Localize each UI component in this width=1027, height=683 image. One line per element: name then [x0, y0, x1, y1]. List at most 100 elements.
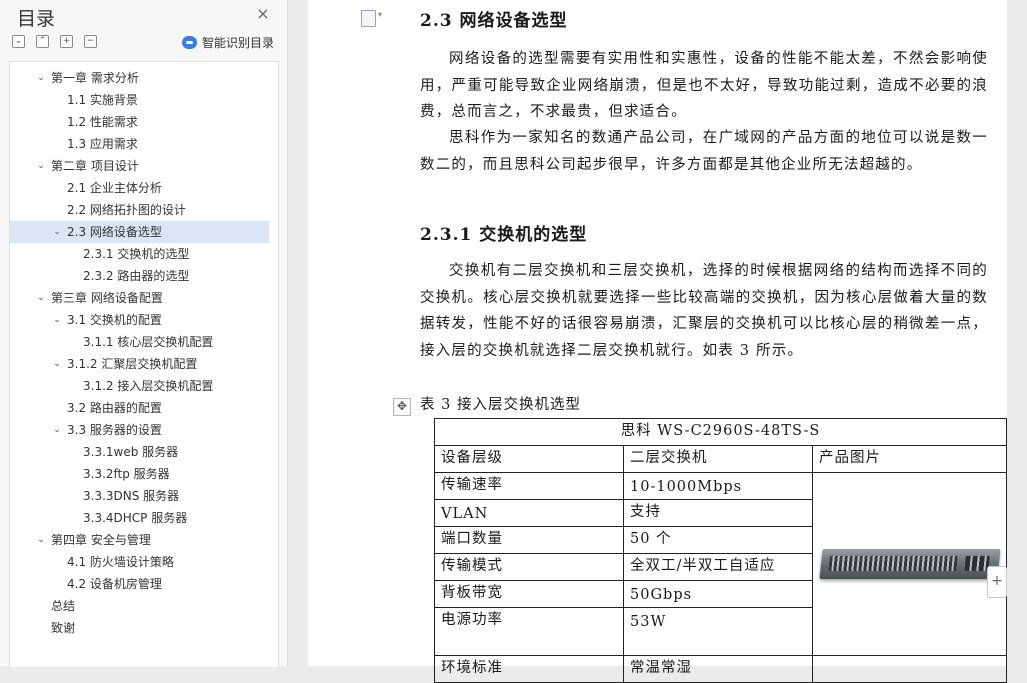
- switch-spec-table: 思科 WS-C2960S-48TS-S 设备层级 二层交换机 产品图片 传输速率…: [433, 418, 1008, 683]
- toc-list: ⌄ 第一章 需求分析 1.1 实施背景 1.2 性能需求 1.3 应用需求 ⌄ 第二章 项目…: [9, 61, 279, 667]
- table-cell-value: 10-1000Mbps: [623, 472, 813, 500]
- toc-item[interactable]: 致谢: [10, 617, 269, 639]
- product-image-cell: [811, 472, 1008, 656]
- toc-item[interactable]: ⌄ 3.1 交换机的配置: [10, 309, 269, 331]
- toc-item[interactable]: 3.3.4DHCP 服务器: [10, 507, 269, 529]
- toc-item[interactable]: ⌄ 第三章 网络设备配置: [10, 287, 269, 309]
- toc-item[interactable]: 3.3.3DNS 服务器: [10, 485, 269, 507]
- toc-item[interactable]: 2.1 企业主体分析: [10, 177, 269, 199]
- remove-heading-icon[interactable]: −: [84, 35, 97, 48]
- chevron-down-icon[interactable]: ⌄: [51, 419, 63, 441]
- toc-item[interactable]: 2.2 网络拓扑图的设计: [10, 199, 269, 221]
- toc-item-label: 4.2 设备机房管理: [67, 577, 162, 591]
- table-cell-label: 设备层级: [434, 445, 624, 473]
- toc-item-label: 3.2 路由器的配置: [67, 401, 162, 415]
- toc-item[interactable]: 1.1 实施背景: [10, 89, 269, 111]
- toc-item[interactable]: ⌄ 2.3 网络设备选型: [10, 221, 269, 243]
- toc-item-label: 第四章 安全与管理: [51, 533, 151, 547]
- table-caption: 表 3 接入层交换机选型: [420, 397, 581, 413]
- toc-item[interactable]: 2.3.2 路由器的选型: [10, 265, 269, 287]
- table-cell-label: 电源功率: [434, 607, 624, 656]
- chevron-down-icon[interactable]: ⌄: [35, 67, 47, 89]
- subsection-heading: 2.3.1 交换机的选型: [420, 225, 588, 245]
- toc-item[interactable]: 总结: [10, 595, 269, 617]
- toc-item[interactable]: 3.1.2 接入层交换机配置: [10, 375, 269, 397]
- table-cell-value: 常温常湿: [623, 655, 813, 683]
- toc-item-label: 第二章 项目设计: [51, 159, 139, 173]
- toc-item[interactable]: 3.1.1 核心层交换机配置: [10, 331, 269, 353]
- toc-pane-title: 目录: [17, 8, 56, 30]
- toc-item[interactable]: 3.3.2ftp 服务器: [10, 463, 269, 485]
- close-pane-icon[interactable]: ×: [255, 6, 271, 22]
- toc-item-label: 致谢: [51, 621, 76, 635]
- toc-item[interactable]: ⌄ 第二章 项目设计: [10, 155, 269, 177]
- chevron-down-icon[interactable]: ⌄: [35, 287, 47, 309]
- table-cell-value: 50 个: [623, 526, 813, 554]
- toc-item-label: 2.3.1 交换机的选型: [83, 247, 190, 261]
- chevron-down-icon[interactable]: ▾: [378, 10, 382, 19]
- toc-item-label: 1.2 性能需求: [67, 115, 138, 129]
- toc-item-label: 1.1 实施背景: [67, 93, 138, 107]
- toc-item-label: 3.3.1web 服务器: [83, 445, 179, 459]
- toc-item[interactable]: 4.2 设备机房管理: [10, 573, 269, 595]
- toc-item-label: 3.3 服务器的设置: [67, 423, 162, 437]
- table-cell-label: 传输速率: [434, 472, 624, 500]
- table-cell-empty: [811, 655, 1008, 683]
- toc-item-label: 2.3.2 路由器的选型: [83, 269, 190, 283]
- toc-item-label: 4.1 防火墙设计策略: [67, 555, 174, 569]
- toc-item[interactable]: ⌄ 第一章 需求分析: [10, 67, 269, 89]
- document-canvas: ▾ 2.3 网络设备选型 网络设备的选型需要有实用性和实惠性，设备的性能不能太差…: [288, 0, 1027, 683]
- table-cell-label: 端口数量: [434, 526, 624, 554]
- table-title-cell: 思科 WS-C2960S-48TS-S: [433, 418, 1008, 446]
- paragraph: 思科作为一家知名的数通产品公司，在广域网的产品方面的地位可以说是数一数二的，而且…: [420, 130, 988, 173]
- toc-item-label: 第一章 需求分析: [51, 71, 139, 85]
- expand-all-icon[interactable]: ⌄: [12, 35, 25, 48]
- toc-item-label: 3.3.3DNS 服务器: [83, 489, 180, 503]
- toc-item-label: 3.1.2 汇聚层交换机配置: [67, 357, 198, 371]
- toc-item[interactable]: ⌄ 3.1.2 汇聚层交换机配置: [10, 353, 269, 375]
- chevron-down-icon[interactable]: ⌄: [35, 155, 47, 177]
- table-cell-label: 背板带宽: [434, 580, 624, 608]
- smart-toc-label: 智能识别目录: [202, 35, 275, 50]
- toc-item[interactable]: 4.1 防火墙设计策略: [10, 551, 269, 573]
- toc-item-label: 1.3 应用需求: [67, 137, 138, 151]
- page-options-icon[interactable]: [361, 10, 376, 27]
- table-cell-value: 全双工/半双工自适应: [623, 553, 813, 581]
- table-cell-image-label: 产品图片: [811, 445, 1008, 473]
- smart-toc-button[interactable]: 智能识别目录: [182, 33, 274, 51]
- toc-item[interactable]: 3.3.1web 服务器: [10, 441, 269, 463]
- toc-item-label: 2.1 企业主体分析: [67, 181, 162, 195]
- toc-item-label: 第三章 网络设备配置: [51, 291, 163, 305]
- table-cell-label: 环境标准: [434, 655, 624, 683]
- toc-item-label: 3.1.2 接入层交换机配置: [83, 379, 214, 393]
- chevron-down-icon[interactable]: ⌄: [51, 353, 63, 375]
- toc-item[interactable]: 1.2 性能需求: [10, 111, 269, 133]
- toc-item-label: 2.2 网络拓扑图的设计: [67, 203, 186, 217]
- add-heading-icon[interactable]: +: [60, 35, 73, 48]
- table-cell-value: 支持: [623, 499, 813, 527]
- network-switch-image: [818, 549, 1001, 579]
- navigation-pane: 目录 × ⌄ ⌃ + − 智能识别目录 ⌄ 第一章 需求分析 1.1 实施背景 1.2…: [0, 0, 288, 667]
- toc-item[interactable]: 3.2 路由器的配置: [10, 397, 269, 419]
- table-cell-value: 50Gbps: [623, 580, 813, 608]
- table-cell-value: 二层交换机: [623, 445, 813, 473]
- toc-item[interactable]: 1.3 应用需求: [10, 133, 269, 155]
- table-cell-value: 53W: [623, 607, 813, 656]
- chevron-down-icon[interactable]: ⌄: [51, 221, 63, 243]
- toc-item[interactable]: ⌄ 第四章 安全与管理: [10, 529, 269, 551]
- collapse-all-icon[interactable]: ⌃: [36, 35, 49, 48]
- table-cell-label: 传输模式: [434, 553, 624, 581]
- table-move-handle-icon[interactable]: ✥: [393, 398, 411, 416]
- chevron-down-icon[interactable]: ⌄: [35, 529, 47, 551]
- paragraph: 交换机有二层交换机和三层交换机，选择的时候根据网络的结构而选择不同的交换机。核心…: [420, 263, 988, 359]
- add-content-icon[interactable]: +: [987, 566, 1007, 598]
- toc-item-label: 3.3.4DHCP 服务器: [83, 511, 188, 525]
- section-heading: 2.3 网络设备选型: [420, 11, 568, 31]
- toc-item[interactable]: ⌄ 3.3 服务器的设置: [10, 419, 269, 441]
- toc-item-label: 2.3 网络设备选型: [67, 225, 162, 239]
- document-page: ▾ 2.3 网络设备选型 网络设备的选型需要有实用性和实惠性，设备的性能不能太差…: [308, 0, 1008, 683]
- chevron-down-icon[interactable]: ⌄: [51, 309, 63, 331]
- toc-item[interactable]: 2.3.1 交换机的选型: [10, 243, 269, 265]
- paragraph: 网络设备的选型需要有实用性和实惠性，设备的性能不能太差，不然会影响使用，严重可能…: [420, 51, 988, 120]
- table-cell-label: VLAN: [434, 499, 624, 527]
